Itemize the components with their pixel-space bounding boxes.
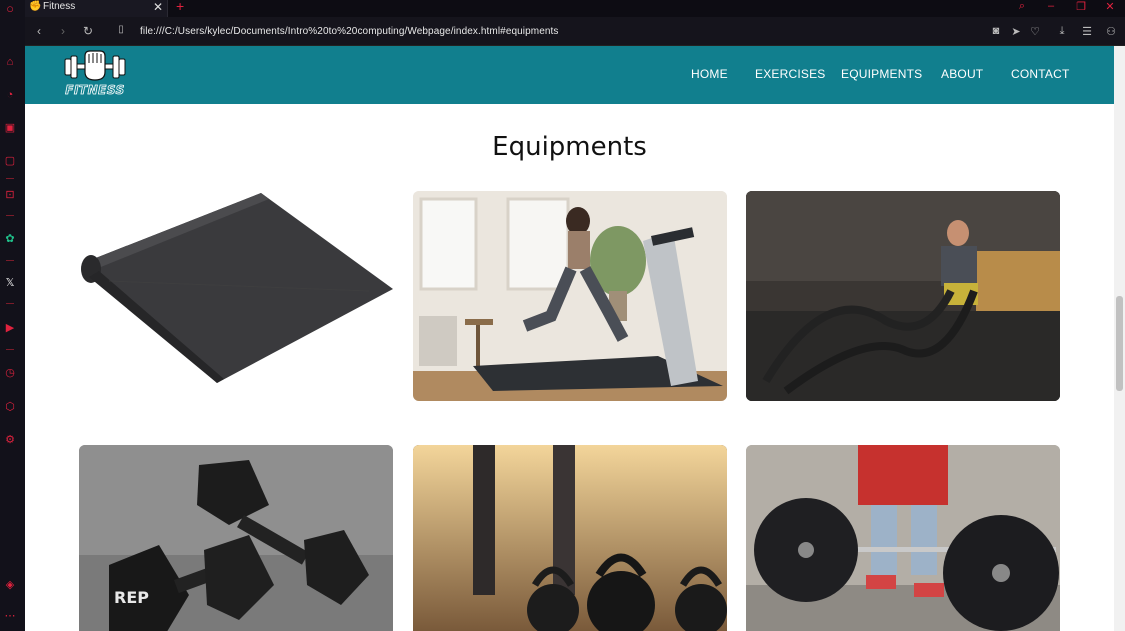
equipment-image-treadmill — [413, 191, 727, 401]
address-bar: ‹ › ↻ ▯ file:///C:/Users/kylec/Documents… — [25, 17, 1125, 46]
forward-icon[interactable]: › — [56, 24, 70, 38]
nav-about[interactable]: ABOUT — [941, 67, 983, 81]
history-icon[interactable]: ◷ — [3, 366, 17, 380]
tab-title: Fitness — [43, 1, 76, 12]
profile-icon[interactable]: ⚇ — [1104, 25, 1118, 38]
gamepad-icon[interactable]: ⌂ — [3, 55, 17, 69]
scrollbar-thumb[interactable] — [1116, 296, 1123, 391]
nav-equipments[interactable]: EQUIPMENTS — [841, 67, 922, 81]
page-info-icon[interactable]: ▯ — [114, 24, 128, 35]
logo-text: FITNESS — [65, 83, 125, 98]
restore-icon[interactable]: ❐ — [1074, 0, 1088, 13]
url-field[interactable]: file:///C:/Users/kylec/Documents/Intro%2… — [140, 26, 559, 37]
page-viewport: FITNESS HOME EXERCISES EQUIPMENTS ABOUT … — [25, 46, 1114, 631]
close-tab-icon[interactable]: ✕ — [153, 0, 163, 14]
send-icon[interactable]: ➤ — [1009, 25, 1023, 38]
fitness-logo[interactable]: FITNESS — [63, 50, 127, 100]
browser-sidebar: ○ ⌂ ◔ ▣ ▢ ⊡ ✿ 𝕏 ▶ ◷ ⬡ ⚙ ◈ ⋯ — [0, 0, 25, 631]
snapshot-icon[interactable]: ◙ — [989, 25, 1003, 37]
equipment-image-battle-ropes — [746, 191, 1060, 401]
equipment-image-barbell — [746, 445, 1060, 631]
player-icon[interactable]: ▶ — [3, 321, 17, 335]
dumbbell-favicon-icon: ✊ — [29, 1, 42, 12]
new-tab-icon[interactable]: + — [176, 0, 184, 14]
equipment-image-dumbbells: REP — [79, 445, 393, 631]
twitch-icon[interactable]: ▢ — [3, 154, 17, 168]
site-navbar: FITNESS HOME EXERCISES EQUIPMENTS ABOUT … — [25, 46, 1114, 104]
fist-dumbbell-icon — [64, 50, 126, 81]
extensions-icon[interactable]: ◈ — [3, 578, 17, 592]
more-icon[interactable]: ⋯ — [3, 609, 17, 623]
equipment-image-kettlebells — [413, 445, 727, 631]
minimize-icon[interactable]: – — [1044, 0, 1058, 12]
tab-fitness[interactable]: ✊ Fitness ✕ — [25, 0, 168, 17]
easy-setup-icon[interactable]: ☰ — [1080, 25, 1094, 38]
briefcase-icon[interactable]: ▣ — [3, 121, 17, 135]
nav-home[interactable]: HOME — [691, 67, 728, 81]
close-window-icon[interactable]: ✕ — [1103, 0, 1117, 13]
nav-exercises[interactable]: EXERCISES — [755, 67, 826, 81]
download-icon[interactable]: ⤓ — [1055, 25, 1069, 38]
page-scrollbar[interactable] — [1114, 46, 1125, 631]
nav-contact[interactable]: CONTACT — [1011, 67, 1070, 81]
tab-bar: ✊ Fitness ✕ + ⌕ – ❐ ✕ — [25, 0, 1125, 17]
opera-logo-icon[interactable]: ○ — [3, 2, 17, 16]
heart-icon[interactable]: ♡ — [1028, 25, 1042, 38]
equipment-image-mat — [79, 191, 393, 401]
back-icon[interactable]: ‹ — [32, 24, 46, 38]
chatgpt-icon[interactable]: ✿ — [3, 232, 17, 246]
speed-dial-icon[interactable]: ◔ — [3, 88, 17, 102]
search-tabs-icon[interactable]: ⌕ — [1015, 0, 1029, 13]
x-icon[interactable]: 𝕏 — [3, 276, 17, 290]
reload-icon[interactable]: ↻ — [81, 24, 95, 38]
settings-gear-icon[interactable]: ⚙ — [3, 433, 17, 447]
app-icon[interactable]: ⊡ — [3, 188, 17, 202]
dumbbell-brand-text: REP — [114, 588, 149, 607]
box-icon[interactable]: ⬡ — [3, 400, 17, 414]
section-title: Equipments — [492, 132, 647, 162]
